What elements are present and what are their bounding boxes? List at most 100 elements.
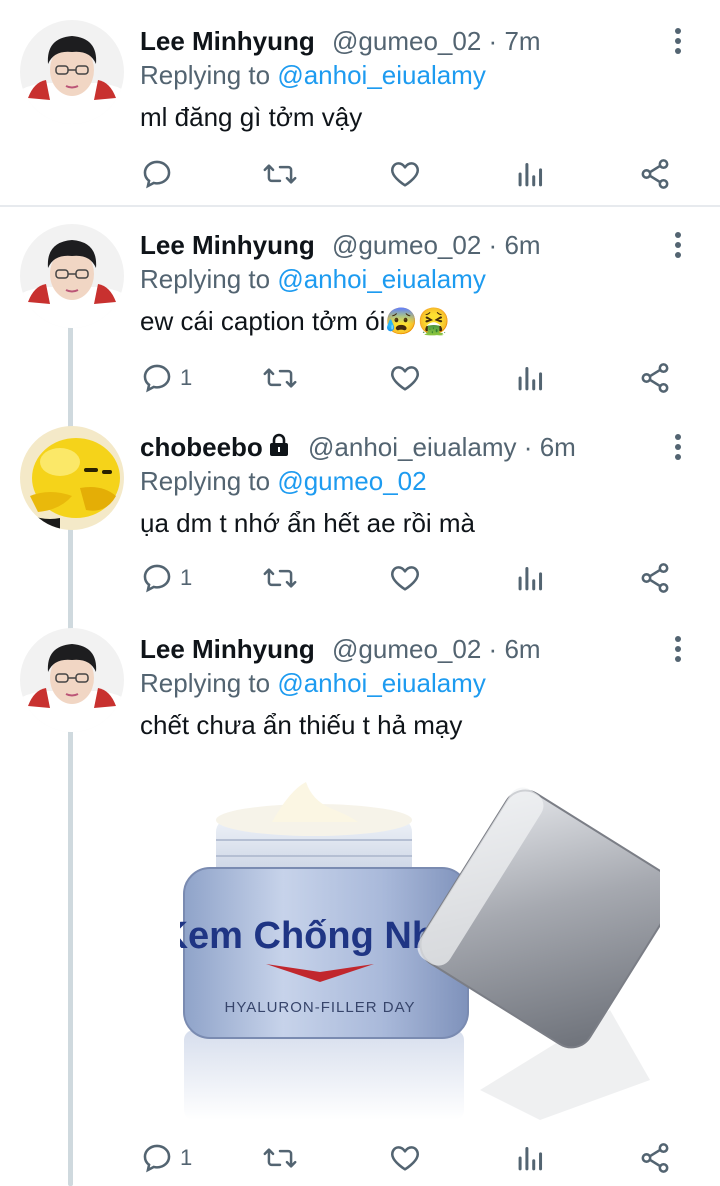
analytics-icon: [518, 162, 543, 187]
share-icon: [641, 363, 669, 393]
user-handle[interactable]: @gumeo_02: [332, 230, 481, 260]
separator-dot: ·: [488, 26, 498, 56]
tweet-text: ụa dm t nhớ ẩn hết ae rồi mà: [140, 508, 476, 538]
separator-dot: ·: [523, 432, 533, 462]
more-vertical-icon[interactable]: [668, 634, 688, 664]
retweet-button[interactable]: [262, 154, 298, 194]
reply-count: 1: [180, 365, 193, 390]
avatar[interactable]: [20, 224, 124, 328]
tweet-4[interactable]: Lee Minhyung @gumeo_02 · 6m Replying to …: [0, 608, 720, 1186]
views-button[interactable]: [516, 1138, 546, 1178]
timestamp[interactable]: 6m: [504, 634, 540, 664]
retweet-icon: [263, 368, 297, 388]
share-icon: [641, 1143, 669, 1173]
tweet-header: Lee Minhyung @gumeo_02 · 7m: [140, 24, 541, 58]
user-handle[interactable]: @gumeo_02: [332, 26, 481, 56]
share-button[interactable]: [638, 1138, 672, 1178]
display-name[interactable]: Lee Minhyung: [140, 26, 315, 56]
reply-icon: [143, 160, 171, 189]
like-button[interactable]: [388, 154, 422, 194]
reply-icon: [143, 1144, 171, 1173]
tweet-text: ml đăng gì tởm vậy: [140, 102, 363, 132]
replying-to-mention[interactable]: @anhoi_eiualamy: [277, 264, 486, 294]
replying-to: Replying to @anhoi_eiualamy: [140, 666, 486, 700]
user-handle[interactable]: @anhoi_eiualamy: [308, 432, 517, 462]
tweet-actions: 1: [0, 358, 720, 398]
like-button[interactable]: [388, 358, 422, 398]
tweet-actions: [0, 154, 720, 194]
retweet-button[interactable]: [262, 1138, 298, 1178]
more-vertical-icon[interactable]: [668, 230, 688, 260]
lock-icon: [269, 433, 288, 456]
avatar[interactable]: [20, 20, 124, 124]
tweet-header: Lee Minhyung @gumeo_02 · 6m: [140, 228, 541, 262]
replying-to-label: Replying to: [140, 264, 271, 294]
replying-to: Replying to @anhoi_eiualamy: [140, 58, 486, 92]
share-icon: [641, 159, 669, 189]
views-button[interactable]: [516, 558, 546, 598]
replying-to-mention[interactable]: @anhoi_eiualamy: [277, 60, 486, 90]
tweet-text: chết chưa ẩn thiếu t hả mạy: [140, 710, 463, 740]
avatar-image: [20, 20, 124, 124]
heart-icon: [391, 1146, 419, 1171]
reply-button[interactable]: 1: [140, 558, 192, 598]
heart-icon: [391, 566, 419, 591]
views-button[interactable]: [516, 154, 546, 194]
reply-icon: [143, 364, 171, 393]
retweet-icon: [263, 164, 297, 184]
avatar[interactable]: [20, 426, 124, 530]
timestamp[interactable]: 6m: [540, 432, 576, 462]
product-subtitle: HYALURON-FILLER DAY: [225, 999, 416, 1016]
separator-dot: ·: [488, 230, 498, 260]
retweet-icon: [263, 568, 297, 588]
avatar-image: [20, 628, 124, 732]
analytics-icon: [518, 366, 543, 391]
share-button[interactable]: [638, 358, 672, 398]
display-name[interactable]: chobeebo: [140, 432, 263, 462]
tweet-header: Lee Minhyung @gumeo_02 · 6m: [140, 632, 541, 666]
reply-count: 1: [180, 1145, 193, 1170]
more-vertical-icon[interactable]: [668, 432, 688, 462]
retweet-button[interactable]: [262, 558, 298, 598]
timestamp[interactable]: 6m: [504, 230, 540, 260]
tweet-1[interactable]: Lee Minhyung @gumeo_02 · 7m Replying to …: [0, 0, 720, 206]
replying-to-mention[interactable]: @anhoi_eiualamy: [277, 668, 486, 698]
timestamp[interactable]: 7m: [504, 26, 540, 56]
analytics-icon: [518, 1146, 543, 1171]
tweet-2[interactable]: Lee Minhyung @gumeo_02 · 6m Replying to …: [0, 204, 720, 408]
tweet-media-image[interactable]: Kem Chống Nhục HYALURON-FILLER DAY: [180, 760, 660, 1124]
reply-button[interactable]: [140, 154, 180, 194]
separator-dot: ·: [488, 634, 498, 664]
avatar-image: [20, 426, 124, 530]
display-name[interactable]: Lee Minhyung: [140, 230, 315, 260]
tweet-text: ew cái caption tởm ói😰🤮: [140, 306, 451, 336]
retweet-button[interactable]: [262, 358, 298, 398]
retweet-icon: [263, 1148, 297, 1168]
replying-to-label: Replying to: [140, 668, 271, 698]
avatar[interactable]: [20, 628, 124, 732]
replying-to-label: Replying to: [140, 466, 271, 496]
replying-to: Replying to @anhoi_eiualamy: [140, 262, 486, 296]
reply-button[interactable]: 1: [140, 358, 192, 398]
more-vertical-icon[interactable]: [668, 26, 688, 56]
tweet-actions: 1: [0, 558, 720, 598]
tweet-3[interactable]: chobeebo @anhoi_eiualamy · 6m Replying t…: [0, 406, 720, 610]
display-name[interactable]: Lee Minhyung: [140, 634, 315, 664]
reply-icon: [143, 564, 171, 593]
heart-icon: [391, 162, 419, 187]
cream-jar-image: Kem Chống Nhục HYALURON-FILLER DAY: [180, 760, 660, 1124]
share-icon: [641, 563, 669, 593]
replying-to-mention[interactable]: @gumeo_02: [277, 466, 426, 496]
heart-icon: [391, 366, 419, 391]
tweet-actions: 1: [0, 1138, 720, 1178]
reply-button[interactable]: 1: [140, 1138, 192, 1178]
user-handle[interactable]: @gumeo_02: [332, 634, 481, 664]
views-button[interactable]: [516, 358, 546, 398]
replying-to: Replying to @gumeo_02: [140, 464, 427, 498]
like-button[interactable]: [388, 558, 422, 598]
analytics-icon: [518, 566, 543, 591]
replying-to-label: Replying to: [140, 60, 271, 90]
share-button[interactable]: [638, 154, 672, 194]
like-button[interactable]: [388, 1138, 422, 1178]
share-button[interactable]: [638, 558, 672, 598]
